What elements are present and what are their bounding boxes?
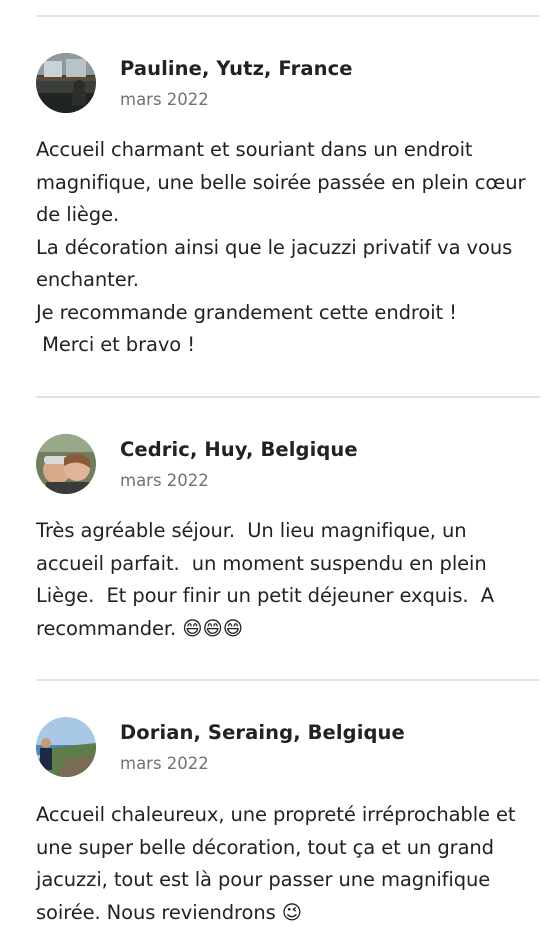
divider bbox=[36, 396, 540, 398]
review-text: Très agréable séjour. Un lieu magnifique… bbox=[36, 519, 494, 640]
profile-photo-icon bbox=[36, 53, 96, 113]
avatar[interactable] bbox=[36, 717, 96, 777]
reviewer-name[interactable]: Cedric, Huy, Belgique bbox=[120, 438, 358, 461]
profile-photo-icon bbox=[36, 717, 96, 777]
divider bbox=[36, 679, 540, 681]
review-date: mars 2022 bbox=[120, 471, 209, 490]
review-date: mars 2022 bbox=[120, 754, 209, 773]
avatar[interactable] bbox=[36, 53, 96, 113]
review-date: mars 2022 bbox=[120, 90, 209, 109]
review-text: Accueil charmant et souriant dans un end… bbox=[36, 138, 526, 356]
review-text: Accueil chaleureux, une propreté irrépro… bbox=[36, 803, 516, 924]
reviewer-name[interactable]: Pauline, Yutz, France bbox=[120, 57, 353, 80]
divider bbox=[36, 15, 540, 17]
profile-photo-icon bbox=[36, 434, 96, 494]
reviewer-name[interactable]: Dorian, Seraing, Belgique bbox=[120, 721, 405, 744]
avatar[interactable] bbox=[36, 434, 96, 494]
